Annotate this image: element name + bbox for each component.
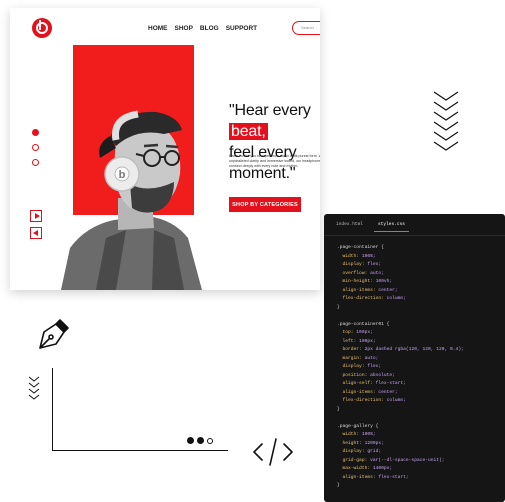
code-line: width: 100%; <box>342 253 376 259</box>
nav-shop[interactable]: SHOP <box>175 25 193 32</box>
code-line: align-self: flex-start; <box>342 381 406 386</box>
code-icon <box>253 438 293 466</box>
code-line: display: flex; <box>342 262 382 267</box>
editor-tabs: index.html styles.css <box>324 214 505 236</box>
code-editor: index.html styles.css .page-container { … <box>324 214 505 502</box>
code-line: flex-direction: column; <box>342 398 406 403</box>
chevron-down-icon <box>433 91 459 151</box>
bottom-dot-1 <box>187 437 194 444</box>
code-line: top: 100px; <box>342 330 373 335</box>
headline-highlight: beat, <box>229 123 268 140</box>
prev-slide-button[interactable] <box>30 227 42 239</box>
code-line: border: 2px dashed rgba(120, 120, 120, 0… <box>342 347 464 352</box>
code-line: } <box>337 406 340 412</box>
bottom-dots <box>187 437 213 444</box>
tab-styles-css[interactable]: styles.css <box>373 222 410 232</box>
code-line: min-height: 100vh; <box>342 279 393 284</box>
beats-logo[interactable] <box>32 18 52 38</box>
code-line: } <box>337 304 340 310</box>
code-line: align-items: center; <box>342 287 398 293</box>
slider-dot-1[interactable] <box>32 129 39 136</box>
decor-line-horizontal <box>52 450 228 451</box>
search-placeholder: Search <box>301 25 314 30</box>
code-line: height: 1200px; <box>342 440 384 446</box>
chevron-small-icon <box>28 376 40 400</box>
code-line: align-items: center; <box>342 389 398 395</box>
pen-tool-icon <box>39 319 69 349</box>
nav-home[interactable]: HOME <box>148 25 168 32</box>
code-line: display: flex; <box>342 364 382 369</box>
landing-page-card: HOME SHOP BLOG SUPPORT Search b "Hear ev… <box>10 8 320 290</box>
hero-headline: "Hear every beat, feel every moment." <box>229 100 320 184</box>
arrow-right-icon <box>35 213 40 219</box>
code-line: flex-direction: column; <box>342 296 406 301</box>
bottom-dot-3 <box>207 437 213 444</box>
code-line: grid-gap: var(--dl-space-space-unit); <box>342 457 445 463</box>
arrow-left-icon <box>33 230 38 236</box>
bottom-dot-2 <box>197 437 204 444</box>
code-line: .page-gallery { <box>337 423 379 429</box>
code-content: .page-container { width: 100%; display: … <box>337 244 464 491</box>
svg-text:b: b <box>119 169 126 181</box>
code-line: overflow: auto; <box>342 270 384 276</box>
headline-prefix: "Hear every <box>229 102 311 119</box>
nav-support[interactable]: SUPPORT <box>226 25 257 32</box>
code-line: align-items: flex-start; <box>342 474 409 480</box>
slider-dot-2[interactable] <box>32 144 39 151</box>
code-line: .page-container { <box>337 245 384 250</box>
decor-line-vertical <box>52 368 53 450</box>
code-line: } <box>337 483 340 488</box>
code-line: margin: auto; <box>342 355 379 361</box>
hero-body-text: Beats invites you to experience music in… <box>229 154 320 168</box>
tab-index-html[interactable]: index.html <box>336 222 363 227</box>
code-line: position: absolute; <box>342 372 395 378</box>
slider-dots <box>32 129 39 166</box>
search-input[interactable]: Search <box>292 21 320 35</box>
code-line: left: 100px; <box>342 338 376 344</box>
hero-person-image: b <box>61 110 202 290</box>
shop-by-categories-button[interactable]: SHOP BY CATEGORIES <box>229 197 301 212</box>
main-nav: HOME SHOP BLOG SUPPORT <box>148 25 257 32</box>
slider-dot-3[interactable] <box>32 159 39 166</box>
nav-blog[interactable]: BLOG <box>200 25 219 32</box>
code-line: .page-container01 { <box>337 321 390 327</box>
code-line: display: grid; <box>342 449 382 454</box>
code-line: width: 100%; <box>342 432 376 437</box>
next-slide-button[interactable] <box>30 210 42 222</box>
code-line: max-width: 1400px; <box>342 466 393 471</box>
